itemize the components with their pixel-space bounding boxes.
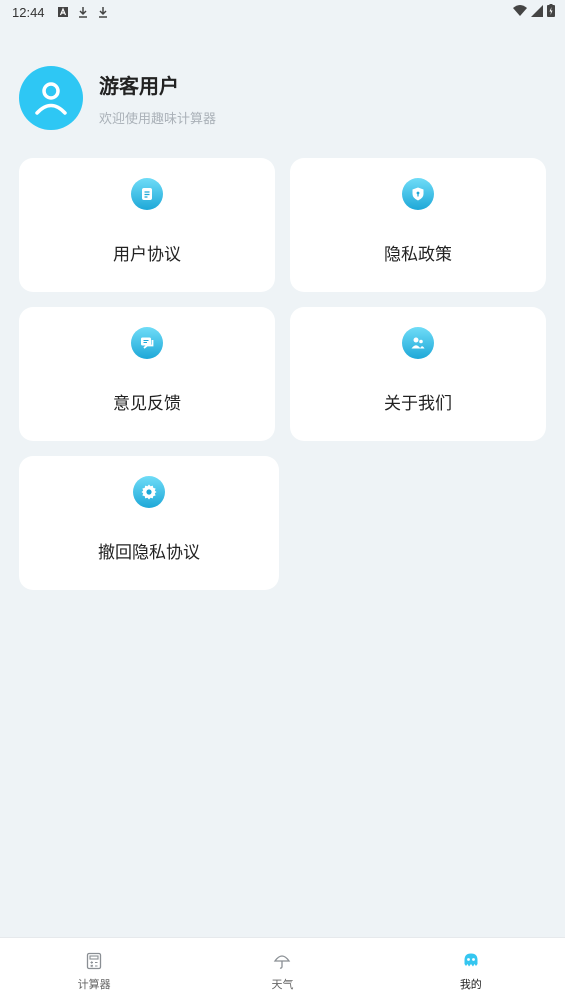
- user-icon: [35, 82, 67, 115]
- status-bar: 12:44: [0, 0, 565, 24]
- avatar[interactable]: [19, 66, 83, 130]
- card-label: 关于我们: [384, 394, 452, 414]
- tab-weather[interactable]: 天气: [188, 938, 376, 1004]
- calculator-icon: [87, 952, 102, 970]
- user-agreement-card[interactable]: 用户协议: [19, 158, 275, 292]
- gear-icon: [133, 476, 165, 508]
- app-notification-icon: [57, 7, 68, 17]
- shield-icon: [402, 178, 434, 210]
- umbrella-icon: [274, 955, 291, 969]
- card-label: 撤回隐私协议: [98, 543, 200, 563]
- tab-label: 天气: [271, 978, 294, 991]
- wifi-icon: [513, 4, 527, 16]
- tab-label: 我的: [459, 978, 482, 991]
- signal-icon: [531, 4, 543, 17]
- bottom-tab-bar: 计算器 天气 我的: [0, 937, 565, 1004]
- card-label: 用户协议: [113, 245, 181, 265]
- people-icon: [402, 327, 434, 359]
- privacy-policy-card[interactable]: 隐私政策: [290, 158, 546, 292]
- tab-label: 计算器: [77, 978, 111, 991]
- document-icon: [131, 178, 163, 210]
- about-us-card[interactable]: 关于我们: [290, 307, 546, 441]
- chat-icon: [131, 327, 163, 359]
- card-label: 隐私政策: [384, 245, 452, 265]
- user-name: 游客用户: [99, 73, 179, 98]
- revoke-privacy-card[interactable]: 撤回隐私协议: [19, 456, 279, 590]
- card-label: 意见反馈: [113, 394, 181, 414]
- tab-mine[interactable]: 我的: [377, 938, 565, 1004]
- welcome-text: 欢迎使用趣味计算器: [99, 111, 217, 127]
- tab-calculator[interactable]: 计算器: [0, 938, 188, 1004]
- feedback-card[interactable]: 意见反馈: [19, 307, 275, 441]
- battery-icon: [547, 4, 555, 17]
- status-time: 12:44: [12, 4, 45, 20]
- profile-header: 游客用户 欢迎使用趣味计算器: [19, 66, 549, 130]
- download-icon: [78, 7, 87, 18]
- octopus-icon: [464, 953, 478, 967]
- download-icon: [98, 7, 107, 18]
